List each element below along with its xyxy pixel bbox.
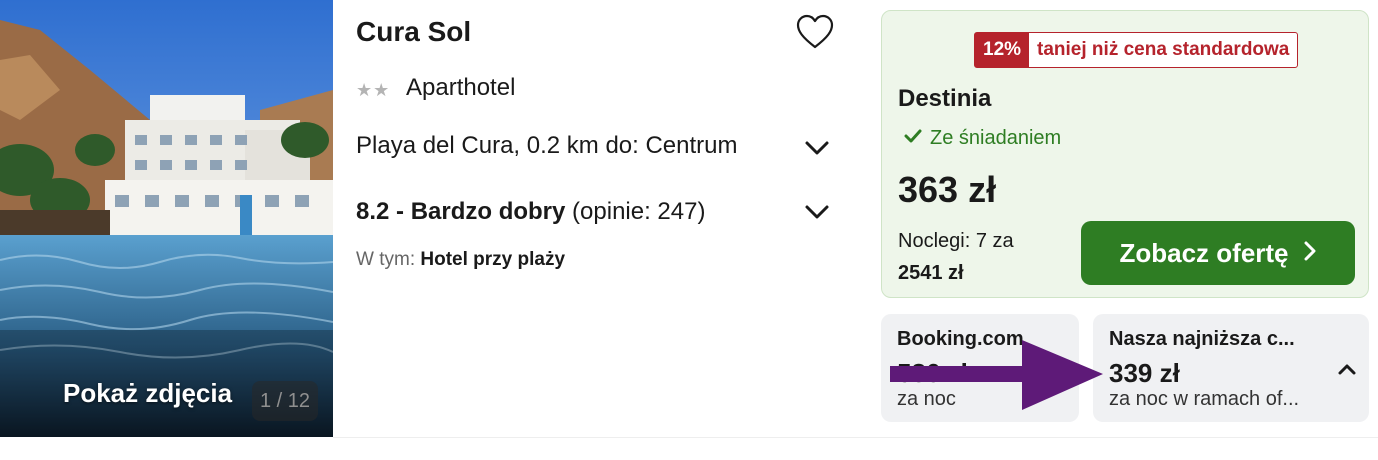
hotel-photo[interactable]: Pokaż zdjęcia 1 / 12 xyxy=(0,0,333,437)
view-offer-label: Zobacz ofertę xyxy=(1119,237,1289,268)
heart-icon[interactable] xyxy=(796,14,834,50)
nights-info: Noclegi: 7 za 2541 zł xyxy=(898,225,1014,289)
alt-price-unit: za noc xyxy=(897,388,956,410)
review-count: (opinie: 247) xyxy=(572,198,706,225)
alt-provider: Booking.com xyxy=(897,328,1024,350)
location-text[interactable]: Playa del Cura, 0.2 km do: Centrum xyxy=(356,132,738,160)
total-price: 2541 zł xyxy=(898,262,964,284)
discount-text: taniej niż cena standardowa xyxy=(1037,39,1290,60)
discount-badge: 12% taniej niż cena standardowa xyxy=(974,32,1299,68)
includes-value: Hotel przy plaży xyxy=(420,249,566,270)
includes-line: W tym: Hotel przy plaży xyxy=(356,249,565,271)
show-photos-label[interactable]: Pokaż zdjęcia xyxy=(63,378,232,409)
deal-provider: Destinia xyxy=(898,85,992,112)
view-offer-button[interactable]: Zobacz ofertę xyxy=(1081,221,1355,285)
alt-offer-card[interactable]: Booking.com 586 zł za noc xyxy=(881,314,1079,422)
alt-price: 586 zł xyxy=(897,358,968,388)
star-rating: ★★ xyxy=(356,80,391,100)
lowest-price-unit: za noc w ramach of... xyxy=(1109,388,1300,410)
breakfast-label: Ze śniadaniem xyxy=(930,127,1062,149)
bottom-divider xyxy=(333,437,1378,438)
review-rating[interactable]: 8.2 - Bardzo dobry (opinie: 247) xyxy=(356,198,705,226)
nights-text: Noclegi: 7 za xyxy=(898,230,1014,252)
rating-score: 8.2 - Bardzo dobry xyxy=(356,198,566,225)
hotel-name[interactable]: Cura Sol xyxy=(356,16,471,48)
property-type: Aparthotel xyxy=(406,74,516,101)
featured-deal-card[interactable]: 12% taniej niż cena standardowa Destinia… xyxy=(881,10,1369,298)
chevron-down-icon[interactable] xyxy=(804,203,830,221)
photo-counter: 1 / 12 xyxy=(252,381,318,421)
chevron-up-icon[interactable] xyxy=(1337,362,1357,381)
discount-percent: 12% xyxy=(975,33,1030,67)
lowest-price-title: Nasza najniższa c... xyxy=(1109,328,1295,350)
check-icon xyxy=(904,127,922,150)
lowest-price-card[interactable]: Nasza najniższa c... 339 zł za noc w ram… xyxy=(1093,314,1369,422)
breakfast-info: Ze śniadaniem xyxy=(904,127,1061,150)
chevron-down-icon[interactable] xyxy=(804,139,830,157)
lowest-price-value: 339 zł xyxy=(1109,358,1180,388)
deal-price: 363 zł xyxy=(898,169,997,210)
includes-prefix: W tym: xyxy=(356,249,416,270)
chevron-right-icon xyxy=(1303,238,1317,269)
